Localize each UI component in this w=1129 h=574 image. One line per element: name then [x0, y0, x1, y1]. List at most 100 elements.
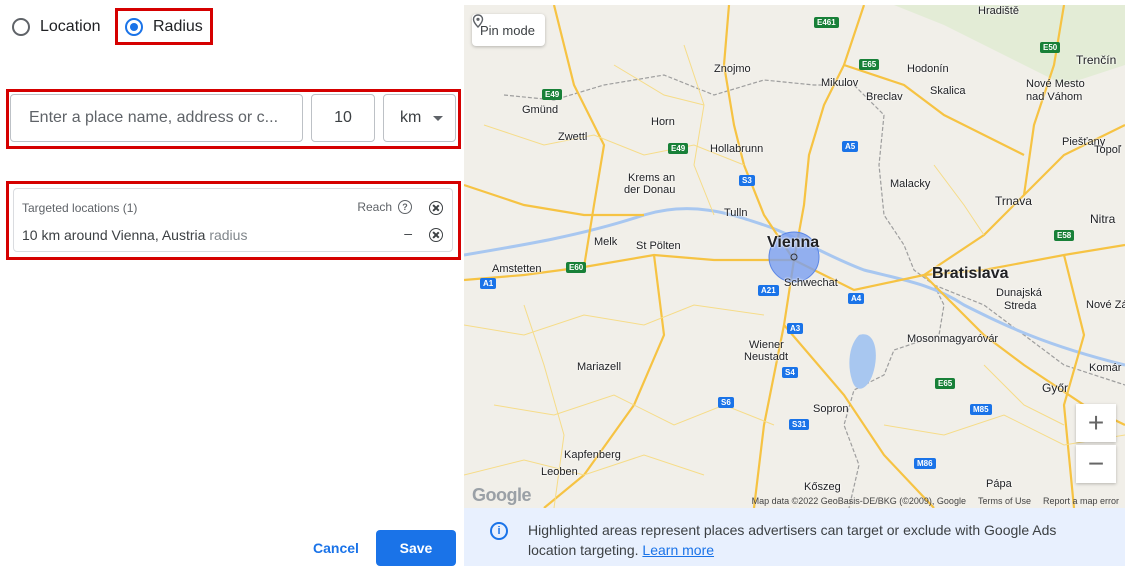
zoom-out-button[interactable]: − [1076, 445, 1116, 483]
google-logo: Google [472, 485, 532, 505]
pin-mode-label: Pin mode [480, 22, 535, 38]
road-shield: A4 [848, 293, 865, 304]
city-label: Schwechat [784, 277, 838, 289]
targeted-location-type: radius [209, 227, 248, 243]
city-label: Krems an [628, 172, 676, 184]
location-radio-circle[interactable] [12, 18, 30, 36]
city-label: Nové Mesto [1026, 78, 1085, 90]
place-search-field[interactable] [10, 94, 303, 142]
radius-value-input[interactable] [321, 108, 365, 128]
targeted-location-text: 10 km around Vienna, Austria [22, 227, 206, 243]
radius-radio[interactable]: Radius [125, 12, 203, 42]
location-radio-label: Location [40, 18, 101, 35]
road-shield: S31 [789, 419, 810, 430]
city-label: Topoľ [1094, 144, 1122, 156]
location-radio[interactable]: Location [12, 12, 101, 42]
city-label: Breclav [866, 91, 903, 103]
road-shield: S4 [782, 367, 798, 378]
city-label: Trenčín [1076, 53, 1117, 67]
road-shield: E58 [1054, 230, 1075, 241]
radius-radio-label: Radius [153, 18, 203, 35]
city-label: nad Váhom [1026, 91, 1083, 103]
targeted-location-item: 10 km around Vienna, Austria radius [22, 227, 247, 243]
city-label: Hradiště [978, 5, 1019, 17]
city-label: Leoben [541, 466, 578, 478]
road-shield: A21 [758, 285, 779, 296]
road-shield: S6 [718, 397, 734, 408]
city-label: Pápa [986, 478, 1012, 490]
city-label: Kapfenberg [564, 449, 621, 461]
road-shield: A3 [787, 323, 804, 334]
chevron-down-icon [433, 115, 444, 121]
unit-select[interactable]: km [383, 94, 456, 142]
targeted-locations-header: Targeted locations (1) [22, 201, 138, 215]
city-label: der Donau [624, 184, 676, 196]
targeted-locations-card: Targeted locations (1) Reach ? 10 km aro… [13, 188, 453, 252]
road-shield: S3 [739, 175, 755, 186]
road-shield: E49 [542, 89, 563, 100]
city-label: Kőszeg [804, 481, 841, 493]
city-label: Győr [1042, 381, 1069, 395]
city-label: Mariazell [577, 361, 622, 373]
remove-all-icon[interactable] [429, 201, 443, 215]
road-shield: E50 [1040, 42, 1061, 53]
radius-value-field[interactable] [311, 94, 375, 142]
save-button[interactable]: Save [376, 530, 456, 566]
info-message: Highlighted areas represent places adver… [528, 522, 1057, 558]
city-label: Komár [1089, 362, 1122, 374]
targeted-location-reach: – [404, 225, 412, 241]
remove-location-icon[interactable] [429, 228, 443, 242]
terms-link[interactable]: Terms of Use [978, 496, 1031, 506]
city-label: Horn [651, 116, 675, 128]
city-label: Melk [594, 236, 618, 248]
city-label: St Pölten [636, 240, 681, 252]
info-icon: i [490, 522, 508, 540]
cancel-button[interactable]: Cancel [300, 530, 372, 566]
map-data-credit: Map data ©2022 GeoBasis-DE/BKG (©2009), … [751, 496, 966, 506]
city-label: Malacky [890, 178, 931, 190]
location-pin-icon [472, 14, 484, 28]
city-label: Nitra [1090, 212, 1116, 226]
learn-more-link[interactable]: Learn more [642, 542, 714, 558]
road-shield: E60 [566, 262, 587, 273]
info-banner: i Highlighted areas represent places adv… [464, 508, 1125, 566]
road-shield: M85 [970, 404, 992, 415]
report-link[interactable]: Report a map error [1043, 496, 1119, 506]
pin-mode-button[interactable]: Pin mode [472, 14, 545, 46]
zoom-in-button[interactable]: + [1076, 404, 1116, 442]
unit-select-value: km [400, 109, 422, 126]
road-shield: A1 [480, 278, 497, 289]
city-label: Zwettl [558, 131, 588, 143]
city-label: Dunajská [996, 287, 1042, 299]
city-label: Neustadt [744, 351, 789, 363]
city-label: Nové Zá [1086, 299, 1125, 311]
place-search-input[interactable] [27, 108, 292, 128]
city-label: Mosonmagyaróvár [907, 333, 999, 345]
city-label: Trnava [995, 194, 1032, 208]
city-label: Hollabrunn [710, 143, 764, 155]
city-label: Skalica [930, 85, 966, 97]
road-shield: E49 [668, 143, 689, 154]
city-label: Hodonín [907, 63, 949, 75]
city-label: Vienna [767, 234, 820, 251]
road-shield: E461 [814, 17, 839, 28]
help-icon[interactable]: ? [398, 200, 412, 214]
map[interactable]: Pin mode Hradiště Trenčín Znojmo Mikulov… [464, 5, 1125, 508]
radius-radio-circle[interactable] [125, 18, 143, 36]
road-shield: M86 [914, 458, 936, 469]
map-attribution: Map data ©2022 GeoBasis-DE/BKG (©2009), … [752, 496, 1119, 506]
city-label: Znojmo [714, 63, 751, 75]
city-label: Streda [1004, 300, 1037, 312]
reach-label: Reach [357, 200, 392, 214]
city-label: Mikulov [821, 77, 859, 89]
road-shield: E65 [859, 59, 880, 70]
city-label: Amstetten [492, 263, 542, 275]
location-panel: Location Radius km Targeted locations (1… [0, 0, 464, 574]
city-label: Gmünd [522, 104, 559, 116]
info-text: Highlighted areas represent places adver… [528, 520, 1088, 560]
road-shield: A5 [842, 141, 859, 152]
city-label: Tulln [724, 207, 748, 219]
reach-header: Reach ? [357, 200, 412, 214]
road-shield: E65 [935, 378, 956, 389]
city-label: Sopron [813, 403, 849, 415]
